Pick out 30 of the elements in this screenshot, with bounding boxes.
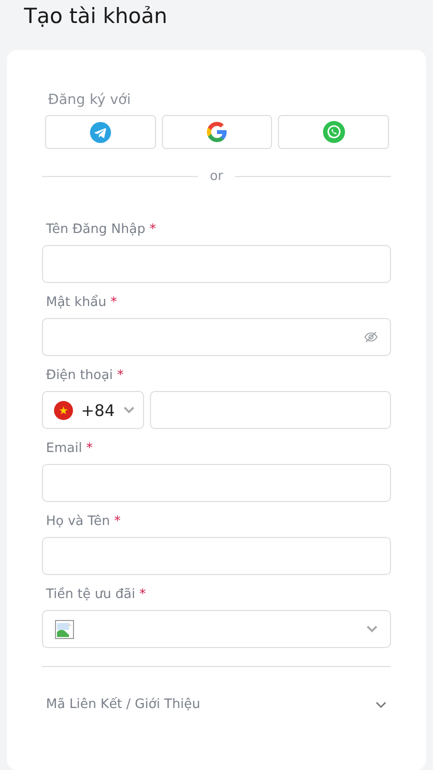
field-label: Tên Đăng Nhập *: [45, 222, 157, 239]
paper-plane-icon: [90, 122, 111, 142]
social-label: Đăng ký với: [47, 92, 132, 108]
chevron-down-icon: [375, 700, 387, 708]
field-label: Email *: [45, 441, 94, 458]
social-login-button[interactable]: [162, 115, 272, 149]
chevron-down-icon: [123, 406, 135, 414]
password-field[interactable]: [42, 318, 391, 356]
social-login-button[interactable]: [278, 115, 390, 149]
country-code-select[interactable]: +84: [42, 391, 144, 429]
eye-slash-icon[interactable]: [364, 331, 378, 343]
field-label: Điện thoại *: [45, 368, 125, 385]
referral-label: Mã Liên Kết / Giới Thiệu: [46, 697, 200, 712]
field-label: Tiền tệ ưu đãi *: [45, 587, 147, 604]
separator-text: or: [210, 169, 224, 184]
referral-accordion[interactable]: Mã Liên Kết / Giới Thiệu: [42, 667, 391, 712]
letter-g-icon: [206, 121, 228, 143]
page-title: Tạo tài khoản: [23, 3, 168, 30]
input-field[interactable]: [42, 464, 391, 502]
phone-bubble-icon: [322, 121, 345, 143]
input-field[interactable]: [42, 245, 391, 283]
field-label: Mật khẩu *: [45, 295, 118, 312]
input-field[interactable]: [42, 537, 391, 575]
flag-icon: [54, 400, 73, 420]
broken-image-icon: [55, 620, 74, 638]
field-label: Họ và Tên *: [45, 514, 122, 531]
chevron-down-icon: [366, 625, 378, 633]
phone-input-field[interactable]: [150, 391, 391, 429]
currency-select[interactable]: [42, 610, 391, 648]
social-login-button[interactable]: [45, 115, 156, 149]
